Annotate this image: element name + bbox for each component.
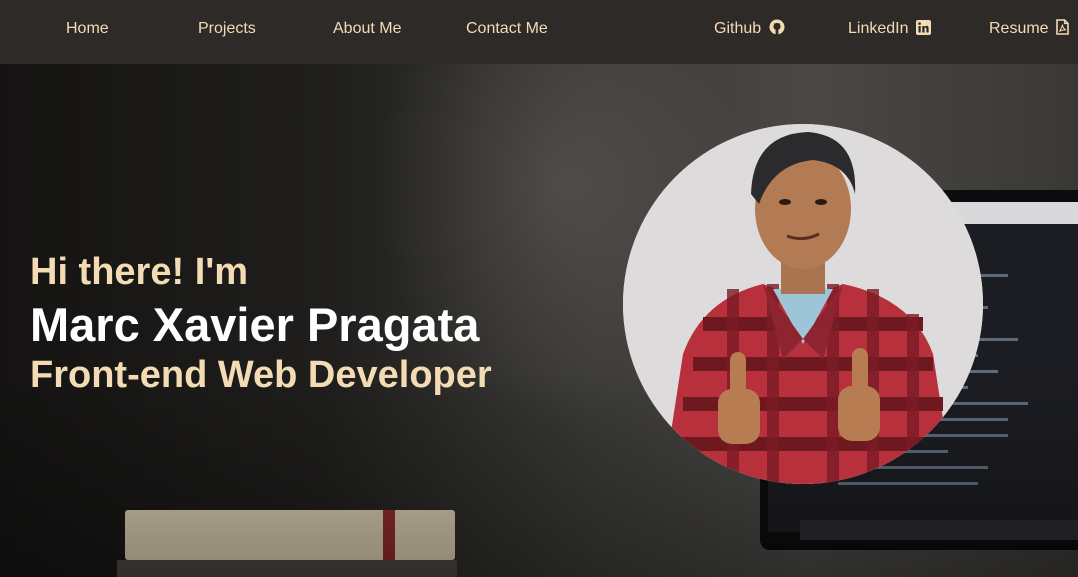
hero-section: Hi there! I'm Marc Xavier Pragata Front-… — [0, 64, 1078, 577]
hero-greeting: Hi there! I'm — [30, 251, 249, 293]
nav-contact-link[interactable]: Contact Me — [466, 0, 548, 58]
hero-name: Marc Xavier Pragata — [30, 298, 480, 351]
nav-about-link[interactable]: About Me — [333, 0, 401, 58]
nav-github-link[interactable]: Github — [714, 0, 785, 58]
pdf-icon — [1056, 2, 1069, 60]
profile-photo — [623, 124, 983, 484]
nav-github-label: Github — [714, 20, 762, 37]
github-icon — [769, 2, 785, 60]
navbar: Home Projects About Me Contact Me Github… — [0, 0, 1078, 64]
nav-home-link[interactable]: Home — [66, 0, 109, 58]
nav-projects-link[interactable]: Projects — [198, 0, 256, 58]
nav-resume-label: Resume — [989, 20, 1049, 37]
nav-linkedin-link[interactable]: LinkedIn — [848, 0, 931, 58]
nav-resume-link[interactable]: Resume — [989, 0, 1069, 58]
linkedin-icon — [915, 2, 931, 60]
nav-linkedin-label: LinkedIn — [848, 20, 909, 37]
hero-role: Front-end Web Developer — [30, 354, 492, 396]
